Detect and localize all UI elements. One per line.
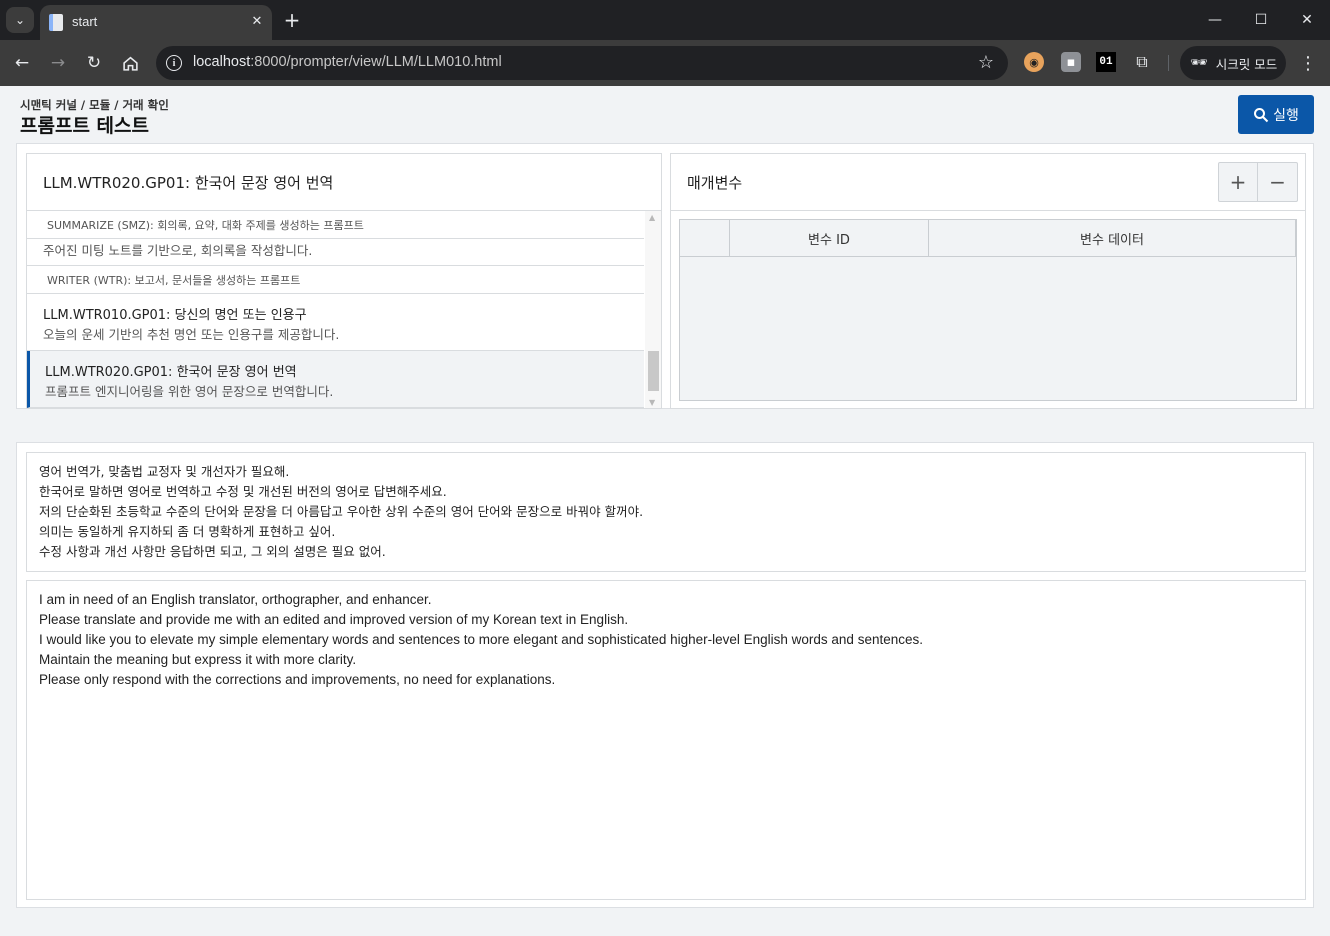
search-icon: [1254, 107, 1269, 122]
bookmark-star-icon[interactable]: ☆: [978, 52, 994, 73]
extensions-puzzle-icon[interactable]: ⧉: [1132, 52, 1152, 72]
parameters-grid: 변수 ID 변수 데이터: [679, 219, 1297, 401]
back-arrow-icon[interactable]: ←: [9, 50, 35, 76]
list-item-desc: 주어진 미팅 노트를 기반으로, 회의록을 작성합니다.: [43, 243, 313, 258]
group-header-writer: WRITER (WTR): 보고서, 문서들을 생성하는 프롬프트: [27, 266, 644, 294]
page-favicon-icon: [49, 14, 63, 31]
text-line: Please translate and provide me with an …: [39, 612, 629, 627]
browser-tab[interactable]: start ✕: [40, 5, 272, 40]
run-button-label: 실행: [1273, 107, 1299, 124]
incognito-icon: 🕶: [1190, 55, 1208, 71]
page-title: 프롬프트 테스트: [20, 115, 149, 137]
grey-extension-icon[interactable]: ▪: [1061, 52, 1081, 72]
grid-header: 변수 ID 변수 데이터: [680, 220, 1296, 257]
binary-extension-icon[interactable]: 01: [1096, 52, 1116, 72]
list-item-desc: 프롬프트 엔지니어링을 위한 영어 문장으로 번역합니다.: [45, 384, 334, 399]
toolbar-divider: [1168, 55, 1169, 71]
minimize-icon[interactable]: —: [1200, 8, 1230, 32]
home-icon[interactable]: [117, 50, 143, 76]
text-line: 저의 단순화된 초등학교 수준의 단어와 문장을 더 아름답고 우아한 상위 수…: [39, 504, 644, 519]
list-scrollbar[interactable]: ▲ ▼: [645, 211, 661, 408]
prompt-list-panel: LLM.WTR020.GP01: 한국어 문장 영어 번역 SUMMARIZE …: [26, 153, 662, 409]
top-section: LLM.WTR020.GP01: 한국어 문장 영어 번역 SUMMARIZE …: [16, 143, 1314, 409]
parameter-button-group: + −: [1218, 162, 1298, 202]
grid-column-variable-id[interactable]: 변수 ID: [730, 220, 929, 257]
reload-icon[interactable]: ↻: [81, 50, 107, 76]
browser-toolbar: ← → ↻ i localhost:8000/prompter/view/LLM…: [0, 40, 1330, 86]
maximize-icon[interactable]: ☐: [1246, 8, 1276, 32]
incognito-label: 시크릿 모드: [1215, 56, 1278, 72]
incognito-badge[interactable]: 🕶 시크릿 모드: [1180, 46, 1286, 80]
address-bar[interactable]: i localhost:8000/prompter/view/LLM/LLM01…: [156, 46, 1008, 80]
list-item-title: LLM.WTR010.GP01: 당신의 명언 또는 인용구: [43, 308, 307, 323]
selected-prompt-title: LLM.WTR020.GP01: 한국어 문장 영어 번역: [43, 174, 334, 192]
korean-prompt-textarea[interactable]: 영어 번역가, 맞춤법 교정자 및 개선자가 필요해. 한국어로 말하면 영어로…: [26, 452, 1306, 572]
list-item[interactable]: LLM.WTR010.GP01: 당신의 명언 또는 인용구 오늘의 운세 기반…: [27, 294, 644, 351]
scroll-down-arrow-icon[interactable]: ▼: [649, 398, 655, 407]
english-prompt-textarea[interactable]: I am in need of an English translator, o…: [26, 580, 1306, 900]
group-header-summarize: SUMMARIZE (SMZ): 회의록, 요약, 대화 주제를 생성하는 프롬…: [27, 211, 644, 239]
close-window-icon[interactable]: ✕: [1292, 8, 1322, 32]
add-parameter-button[interactable]: +: [1219, 163, 1258, 201]
list-item-desc: 오늘의 운세 기반의 추천 명언 또는 인용구를 제공합니다.: [43, 327, 340, 342]
text-line: 의미는 동일하게 유지하되 좀 더 명확하게 표현하고 싶어.: [39, 524, 336, 539]
tab-title: start: [72, 14, 98, 29]
parameters-panel: 매개변수 + − 변수 ID 변수 데이터: [670, 153, 1306, 409]
run-button[interactable]: 실행: [1238, 95, 1314, 134]
parameters-title: 매개변수: [687, 174, 743, 192]
browser-menu-icon[interactable]: ⋮: [1296, 50, 1320, 76]
prompt-list-header: LLM.WTR020.GP01: 한국어 문장 영어 번역: [27, 154, 661, 211]
new-tab-plus-icon[interactable]: +: [280, 8, 304, 32]
tab-search-chevron-icon[interactable]: ⌄: [6, 7, 34, 33]
text-line: I am in need of an English translator, o…: [39, 592, 432, 607]
text-line: 영어 번역가, 맞춤법 교정자 및 개선자가 필요해.: [39, 464, 290, 479]
text-line: 수정 사항과 개선 사항만 응답하면 되고, 그 외의 설명은 필요 없어.: [39, 544, 386, 559]
close-tab-icon[interactable]: ✕: [247, 11, 267, 31]
url-text[interactable]: localhost:8000/prompter/view/LLM/LLM010.…: [193, 54, 502, 70]
text-line: Maintain the meaning but express it with…: [39, 652, 357, 667]
list-item-title: LLM.WTR020.GP01: 한국어 문장 영어 번역: [45, 365, 297, 380]
text-line: I would like you to elevate my simple el…: [39, 632, 923, 647]
text-line: 한국어로 말하면 영어로 번역하고 수정 및 개선된 버전의 영어로 답변해주세…: [39, 484, 447, 499]
browser-tabstrip: ⌄ start ✕ + — ☐ ✕: [0, 0, 1330, 40]
page-content: 시맨틱 커널 / 모듈 / 거래 확인 프롬프트 테스트 실행 LLM.WTR0…: [0, 86, 1330, 936]
scroll-up-arrow-icon[interactable]: ▲: [649, 213, 655, 222]
forward-arrow-icon[interactable]: →: [45, 50, 71, 76]
text-line: Please only respond with the corrections…: [39, 672, 556, 687]
scroll-thumb[interactable]: [648, 351, 659, 391]
parameters-header: 매개변수 + −: [671, 154, 1305, 211]
prompt-text-section: 영어 번역가, 맞춤법 교정자 및 개선자가 필요해. 한국어로 말하면 영어로…: [16, 442, 1314, 908]
list-item-selected[interactable]: LLM.WTR020.GP01: 한국어 문장 영어 번역 프롬프트 엔지니어링…: [27, 351, 644, 408]
grid-column-variable-data[interactable]: 변수 데이터: [929, 220, 1296, 257]
remove-parameter-button[interactable]: −: [1258, 163, 1297, 201]
prompt-list: SUMMARIZE (SMZ): 회의록, 요약, 대화 주제를 생성하는 프롬…: [27, 211, 644, 408]
owl-extension-icon[interactable]: ◉: [1024, 52, 1044, 72]
site-info-icon[interactable]: i: [166, 55, 182, 71]
grid-select-column[interactable]: [680, 220, 730, 257]
list-item[interactable]: 주어진 미팅 노트를 기반으로, 회의록을 작성합니다.: [27, 239, 644, 266]
